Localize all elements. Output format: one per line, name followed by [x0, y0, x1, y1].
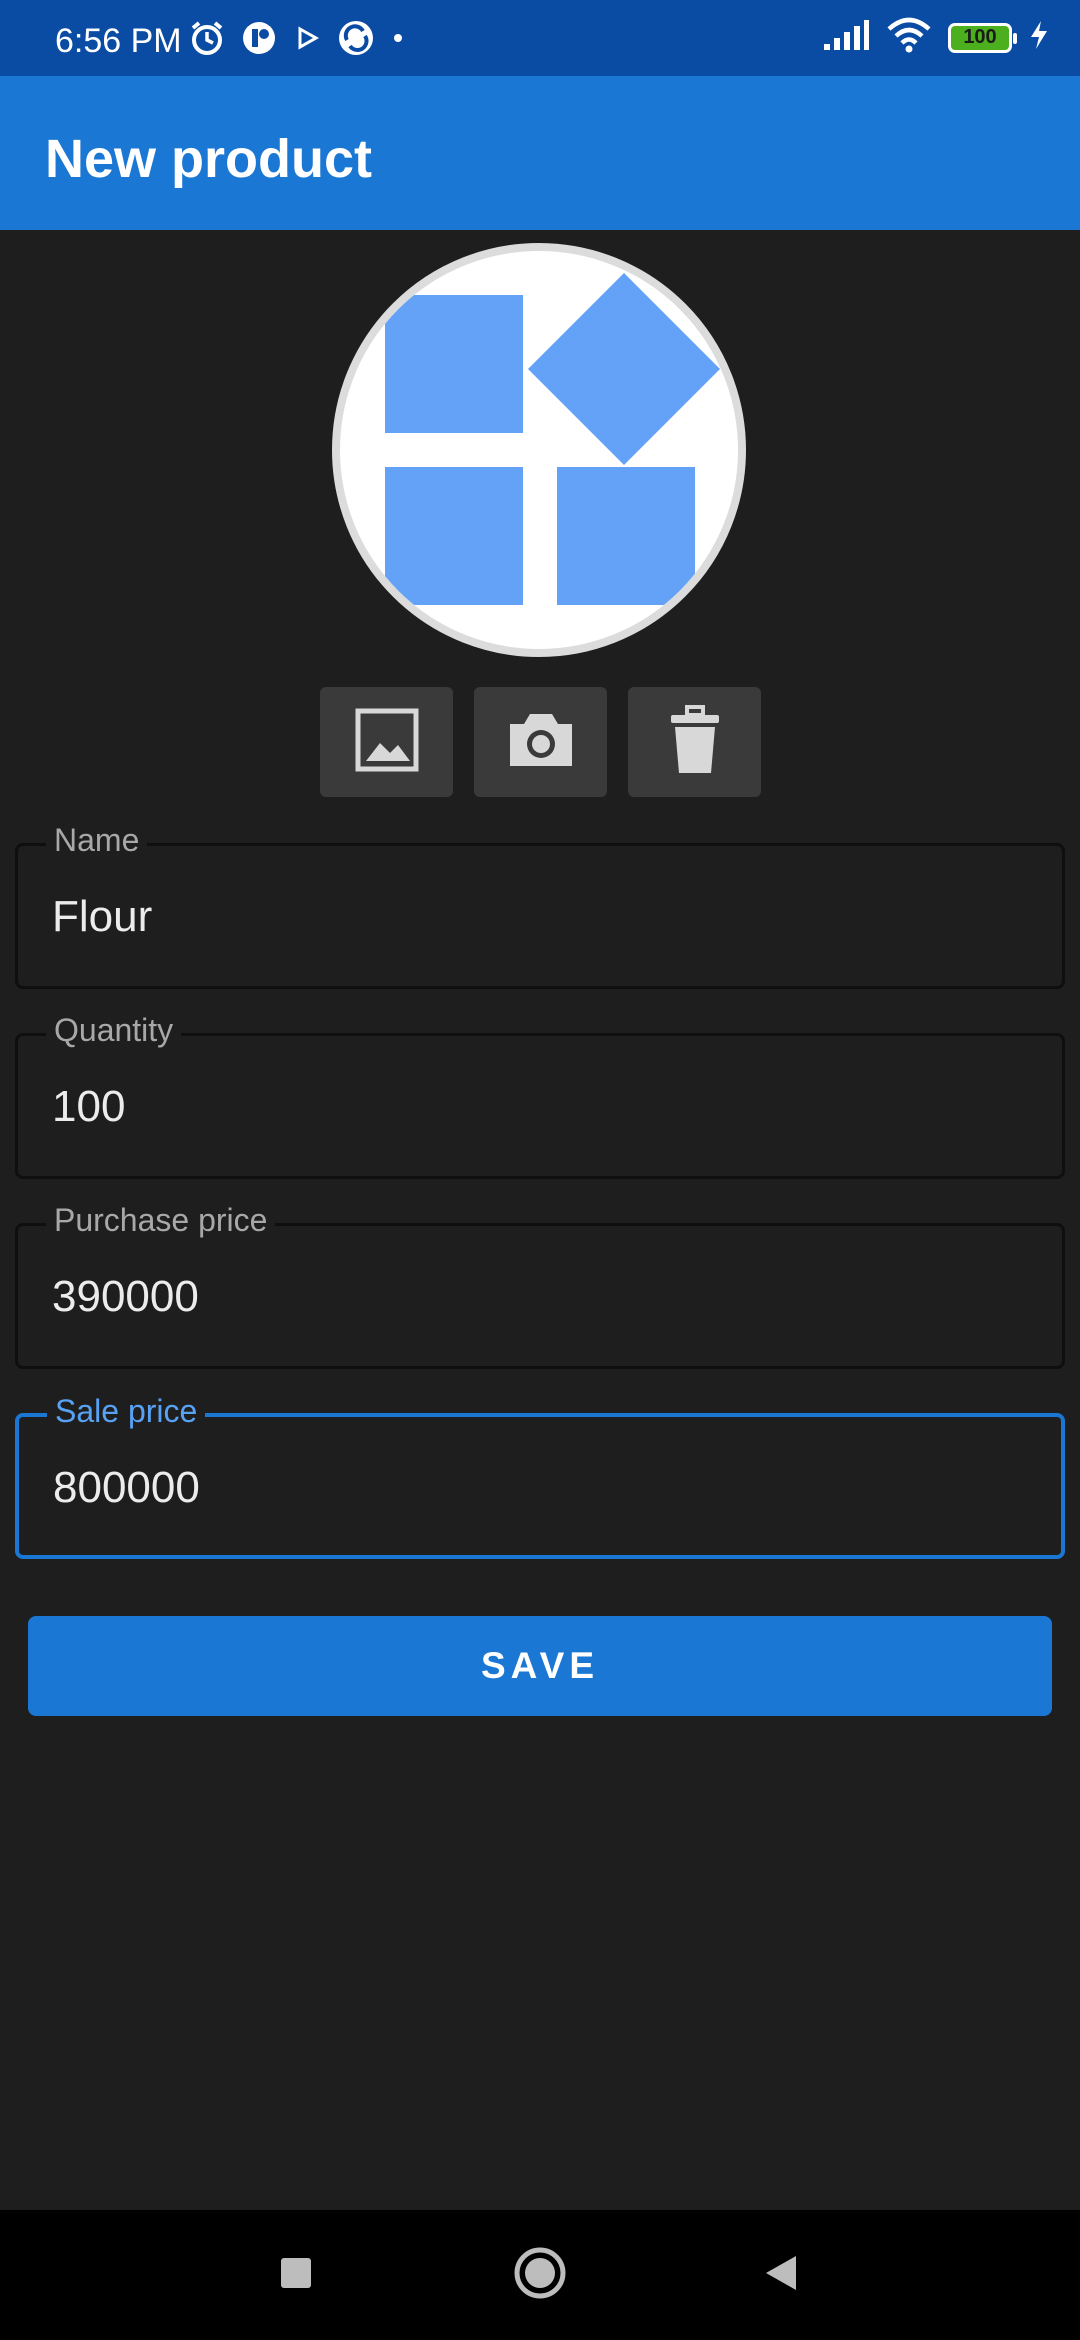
signal-icon	[822, 18, 870, 57]
sale-price-field-label: Sale price	[47, 1393, 206, 1430]
delete-image-button[interactable]	[628, 687, 761, 797]
delete-icon	[669, 704, 721, 780]
navigation-bar	[0, 2210, 1080, 2340]
quantity-field-label: Quantity	[46, 1012, 182, 1049]
status-bar: 6:56 PM 100	[0, 0, 1080, 76]
sale-price-field[interactable]: Sale price 800000	[15, 1393, 1065, 1559]
product-image[interactable]	[332, 243, 746, 657]
back-button[interactable]	[741, 2210, 821, 2340]
recents-button[interactable]	[256, 2210, 336, 2340]
camera-icon	[506, 710, 576, 775]
product-placeholder-icon	[385, 273, 720, 605]
recents-icon	[279, 2256, 313, 2295]
name-field-value[interactable]: Flour	[52, 892, 152, 942]
page-title: New product	[45, 129, 373, 189]
sync-app-icon	[336, 18, 376, 63]
back-icon	[762, 2253, 800, 2298]
quantity-field[interactable]: Quantity 100	[15, 1012, 1065, 1179]
home-button[interactable]	[500, 2210, 580, 2340]
purchase-price-field-label: Purchase price	[46, 1202, 276, 1239]
app-notification-icon	[240, 19, 278, 62]
status-time: 6:56 PM	[55, 22, 182, 60]
home-icon	[513, 2246, 567, 2305]
app-bar: New product	[0, 76, 1080, 230]
charging-icon	[1028, 19, 1050, 56]
battery-icon: 100	[948, 22, 1017, 53]
gallery-button[interactable]	[320, 687, 453, 797]
name-field[interactable]: Name Flour	[15, 822, 1065, 989]
name-field-label: Name	[46, 822, 148, 859]
dot-icon	[390, 30, 406, 51]
wifi-icon	[886, 16, 932, 59]
camera-button[interactable]	[474, 687, 607, 797]
sale-price-field-value[interactable]: 800000	[53, 1463, 200, 1513]
quantity-field-value[interactable]: 100	[52, 1082, 125, 1132]
save-button[interactable]: SAVE	[28, 1616, 1052, 1716]
status-right-icons: 100	[822, 16, 1050, 59]
purchase-price-field[interactable]: Purchase price 390000	[15, 1202, 1065, 1369]
purchase-price-field-value[interactable]: 390000	[52, 1272, 199, 1322]
gallery-icon	[354, 707, 420, 778]
status-left-icons	[188, 18, 406, 63]
play-icon	[292, 23, 322, 58]
alarm-icon	[188, 19, 226, 62]
